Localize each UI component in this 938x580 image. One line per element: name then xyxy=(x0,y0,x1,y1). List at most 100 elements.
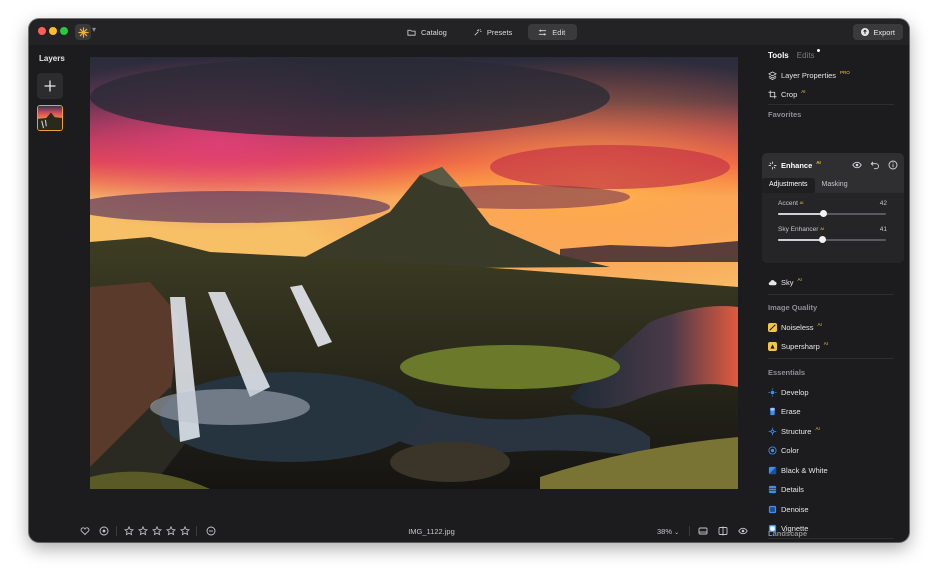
section-title-favorites: Favorites xyxy=(768,110,802,119)
tab-presets[interactable]: Presets xyxy=(463,24,524,40)
filmstrip-icon[interactable] xyxy=(698,526,708,536)
tool-sky[interactable]: Sky AI xyxy=(768,276,802,288)
chevron-down-icon: ⌄ xyxy=(674,530,680,536)
enhance-sparkle-icon xyxy=(768,161,777,169)
slider-value-accent: 42 xyxy=(879,200,887,207)
bottom-toolbar: IMG_1122.jpg 38% ⌄ xyxy=(29,519,769,542)
sun-icon xyxy=(768,387,777,397)
favorite-heart-icon[interactable] xyxy=(80,526,90,536)
structure-icon xyxy=(768,427,777,435)
color-icon xyxy=(768,445,777,455)
tab-catalog-label: Catalog xyxy=(421,27,447,37)
tool-label: Layer Properties xyxy=(781,70,837,80)
layer-thumbnail[interactable] xyxy=(37,105,63,131)
bottom-divider xyxy=(116,526,117,536)
title-bar: ▾ Catalog Presets Edit Export xyxy=(29,19,909,45)
ai-badge: AI xyxy=(797,277,802,282)
reset-undo-icon[interactable] xyxy=(870,160,880,170)
tool-develop[interactable]: Develop xyxy=(768,386,809,398)
folder-icon xyxy=(407,29,416,36)
slider-fill xyxy=(778,239,823,241)
chevron-down-icon[interactable]: ▾ xyxy=(92,25,96,34)
tool-black-white[interactable]: Black & White xyxy=(768,464,828,476)
slider-sky-enhancer[interactable] xyxy=(778,236,886,243)
tool-label: Black & White xyxy=(781,465,828,475)
export-arrow-icon xyxy=(861,28,870,36)
tool-label: Erase xyxy=(781,406,801,416)
tool-crop[interactable]: Crop AI xyxy=(768,88,806,100)
star-rating-2[interactable] xyxy=(138,526,148,536)
visibility-eye-icon[interactable] xyxy=(852,160,862,170)
enhance-actions xyxy=(852,160,898,170)
zoom-window-button[interactable] xyxy=(60,27,68,35)
black-white-icon xyxy=(768,466,777,474)
ai-badge: AI xyxy=(820,226,825,231)
slider-label-text: Accent xyxy=(778,200,798,207)
zoom-level-value: 38% xyxy=(657,527,673,536)
tab-tools[interactable]: Tools xyxy=(768,51,789,60)
sliders-icon xyxy=(539,29,547,35)
eraser-icon xyxy=(770,407,775,415)
tool-label: Crop xyxy=(781,89,798,99)
main-photo[interactable] xyxy=(90,57,738,489)
section-title-landscape: Landscape xyxy=(768,529,808,538)
tool-label: Develop xyxy=(781,387,809,397)
noiseless-icon xyxy=(768,322,777,332)
ai-badge: AI xyxy=(815,426,820,431)
reject-icon[interactable] xyxy=(206,526,216,536)
tool-color[interactable]: Color xyxy=(768,444,799,456)
add-layer-button[interactable] xyxy=(37,73,63,99)
tool-label: Color xyxy=(781,445,799,455)
close-window-button[interactable] xyxy=(38,27,46,35)
tool-label: Supersharp xyxy=(781,341,820,351)
flag-icon[interactable] xyxy=(99,526,109,536)
tool-erase[interactable]: Erase xyxy=(768,405,801,417)
tab-catalog[interactable]: Catalog xyxy=(397,24,459,40)
slider-accent[interactable] xyxy=(778,210,886,217)
slider-handle[interactable] xyxy=(819,210,827,217)
tool-denoise[interactable]: Denoise xyxy=(768,503,809,515)
export-button-label: Export xyxy=(873,27,895,37)
slider-handle[interactable] xyxy=(818,236,826,243)
star-rating-1[interactable] xyxy=(124,526,134,536)
star-rating-5[interactable] xyxy=(180,526,190,536)
tool-supersharp[interactable]: Supersharp AI xyxy=(768,340,828,352)
app-logo-icon[interactable] xyxy=(75,24,91,40)
section-title-image-quality: Image Quality xyxy=(768,303,818,312)
ai-badge: AI xyxy=(823,341,829,346)
divider xyxy=(768,104,894,105)
divider xyxy=(768,294,894,295)
slider-label-text: Sky Enhancer xyxy=(778,226,819,233)
layers-icon xyxy=(768,70,777,80)
info-icon[interactable] xyxy=(888,160,898,170)
preview-eye-icon[interactable] xyxy=(738,526,748,536)
zoom-level-dropdown[interactable]: 38% ⌄ xyxy=(657,527,679,536)
edits-badge xyxy=(816,49,820,52)
enhance-tool-header[interactable]: Enhance AI xyxy=(768,159,898,171)
panel-tabs: Tools Edits xyxy=(768,49,820,60)
star-rating-3[interactable] xyxy=(152,526,162,536)
divider xyxy=(768,538,894,539)
tool-layer-properties[interactable]: Layer Properties PRO xyxy=(768,69,850,81)
tab-edits[interactable]: Edits xyxy=(796,49,820,60)
star-rating-4[interactable] xyxy=(166,526,176,536)
tool-label: Denoise xyxy=(781,504,809,514)
tab-edit[interactable]: Edit xyxy=(528,24,578,40)
tool-label: Structure xyxy=(781,426,812,436)
tab-adjustments[interactable]: Adjustments xyxy=(762,178,815,193)
export-button[interactable]: Export xyxy=(853,24,903,40)
ai-badge: AI xyxy=(801,89,806,94)
tool-noiseless[interactable]: Noiseless AI xyxy=(768,321,822,333)
tab-edits-label: Edits xyxy=(796,51,815,60)
bottom-divider xyxy=(196,526,197,536)
plus-icon xyxy=(44,80,56,92)
tab-masking[interactable]: Masking xyxy=(815,178,855,193)
slider-label-sky-enhancer: Sky Enhancer AI xyxy=(778,226,824,233)
divider xyxy=(768,358,894,359)
cloud-icon xyxy=(768,279,777,285)
ai-badge: AI xyxy=(799,200,804,205)
compare-icon[interactable] xyxy=(718,526,728,536)
tool-structure[interactable]: Structure AI xyxy=(768,425,820,437)
minimize-window-button[interactable] xyxy=(49,27,57,35)
tool-details[interactable]: Details xyxy=(768,483,804,495)
